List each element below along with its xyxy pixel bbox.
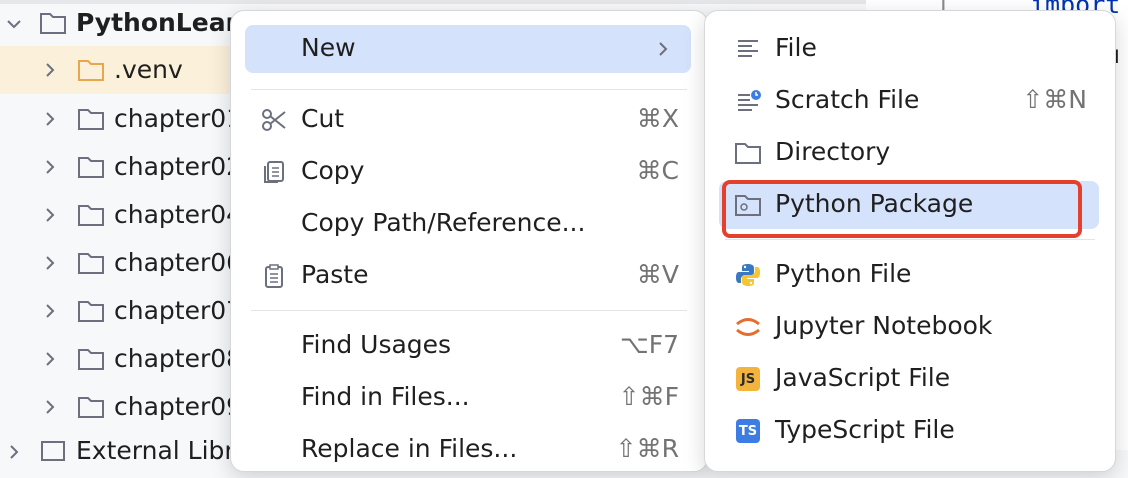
highlight-outline xyxy=(722,180,1082,238)
copy-icon xyxy=(259,157,289,187)
chevron-right-icon[interactable] xyxy=(40,60,60,80)
submenu-item-label: JavaScript File xyxy=(775,363,951,392)
menu-item-new[interactable]: New xyxy=(245,25,691,73)
clipboard-icon xyxy=(259,261,289,291)
menu-item-label: Find in Files... xyxy=(301,382,470,411)
submenu-item-label: Python File xyxy=(775,259,912,288)
menu-item-copy[interactable]: Copy ⌘C xyxy=(245,148,691,196)
submenu-item-scratch-file[interactable]: Scratch File ⇧⌘N xyxy=(719,77,1099,125)
tree-item-chapter07[interactable]: chapter07 xyxy=(0,287,243,335)
menu-separator xyxy=(725,239,1095,240)
scratch-file-icon xyxy=(733,86,763,116)
library-icon xyxy=(38,436,68,466)
python-icon xyxy=(733,260,763,290)
tree-root-row[interactable]: PythonLearn xyxy=(0,0,256,48)
menu-item-replace-in-files[interactable]: Replace in Files... ⇧⌘R xyxy=(245,426,691,474)
menu-item-paste[interactable]: Paste ⌘V xyxy=(245,252,691,300)
menu-item-label: Copy Path/Reference... xyxy=(301,208,586,237)
folder-icon xyxy=(733,138,763,168)
folder-icon xyxy=(38,8,68,38)
submenu-item-jupyter-notebook[interactable]: Jupyter Notebook xyxy=(719,303,1099,351)
tree-item-label: chapter08 xyxy=(114,344,243,373)
tree-item-chapter06[interactable]: chapter06 xyxy=(0,239,243,287)
context-menu: New Cut ⌘X Copy ⌘C Copy Path/Reference..… xyxy=(230,10,708,472)
menu-item-copy-path[interactable]: Copy Path/Reference... xyxy=(245,200,691,248)
shortcut-label: ⌥F7 xyxy=(619,330,679,359)
submenu-item-file[interactable]: File xyxy=(719,25,1099,73)
tree-item-label: chapter06 xyxy=(114,248,243,277)
submenu-item-label: File xyxy=(775,33,817,62)
shortcut-label: ⇧⌘N xyxy=(1022,85,1087,114)
js-badge: JS xyxy=(736,367,760,391)
submenu-item-label: Directory xyxy=(775,137,891,166)
chevron-right-icon[interactable] xyxy=(40,301,60,321)
tree-item-external-libraries[interactable]: External Libraries xyxy=(0,430,296,478)
folder-icon xyxy=(76,392,106,422)
chevron-right-icon[interactable] xyxy=(40,157,60,177)
shortcut-label: ⇧⌘F xyxy=(618,382,679,411)
shortcut-label: ⌘V xyxy=(636,260,679,289)
folder-icon xyxy=(76,55,106,85)
submenu-item-label: TypeScript File xyxy=(775,415,955,444)
folder-icon xyxy=(76,200,106,230)
tree-item-label: chapter07 xyxy=(114,296,243,325)
tree-item-label: chapter01 xyxy=(114,104,243,133)
folder-icon xyxy=(76,152,106,182)
menu-item-label: New xyxy=(301,33,356,62)
shortcut-label: ⌘C xyxy=(636,156,679,185)
submenu-item-label: Jupyter Notebook xyxy=(775,311,993,340)
chevron-right-icon[interactable] xyxy=(4,442,24,462)
chevron-right-icon[interactable] xyxy=(40,109,60,129)
menu-item-find-usages[interactable]: Find Usages ⌥F7 xyxy=(245,322,691,370)
shortcut-label: ⇧⌘R xyxy=(615,434,679,463)
tree-item-chapter04[interactable]: chapter04 xyxy=(0,191,243,239)
tree-root-label: PythonLearn xyxy=(76,8,256,37)
tree-item-chapter09[interactable]: chapter09 xyxy=(0,383,243,431)
chevron-right-icon[interactable] xyxy=(40,397,60,417)
menu-item-label: Copy xyxy=(301,156,365,185)
menu-item-label: Replace in Files... xyxy=(301,434,518,463)
shortcut-label: ⌘X xyxy=(636,104,679,133)
submenu-item-typescript-file[interactable]: TS TypeScript File xyxy=(719,407,1099,455)
tree-item-label: chapter04 xyxy=(114,200,243,229)
menu-item-cut[interactable]: Cut ⌘X xyxy=(245,96,691,144)
tree-item-chapter01[interactable]: chapter01 xyxy=(0,95,243,143)
submenu-item-directory[interactable]: Directory xyxy=(719,129,1099,177)
folder-icon xyxy=(76,104,106,134)
chevron-right-icon xyxy=(653,39,673,59)
tree-item-label: .venv xyxy=(114,55,183,84)
new-submenu: File Scratch File ⇧⌘N Directory Python P… xyxy=(704,10,1116,472)
javascript-icon: JS xyxy=(733,364,763,394)
menu-separator xyxy=(251,310,687,311)
menu-item-label: Paste xyxy=(301,260,369,289)
scissors-icon xyxy=(259,105,289,135)
tree-item-chapter02[interactable]: chapter02 xyxy=(0,143,243,191)
typescript-icon: TS xyxy=(733,416,763,446)
tree-item-label: chapter09 xyxy=(114,392,243,421)
menu-item-label: Find Usages xyxy=(301,330,452,359)
menu-separator xyxy=(251,89,687,90)
ts-badge: TS xyxy=(736,419,760,443)
folder-icon xyxy=(76,248,106,278)
folder-icon xyxy=(76,296,106,326)
menu-item-find-in-files[interactable]: Find in Files... ⇧⌘F xyxy=(245,374,691,422)
chevron-right-icon[interactable] xyxy=(40,349,60,369)
jupyter-icon xyxy=(733,312,763,342)
tree-item-chapter08[interactable]: chapter08 xyxy=(0,335,243,383)
tree-item-venv[interactable]: .venv xyxy=(0,46,240,94)
menu-item-label: Cut xyxy=(301,104,345,133)
submenu-item-label: Scratch File xyxy=(775,85,920,114)
folder-icon xyxy=(76,344,106,374)
tree-item-label: chapter02 xyxy=(114,152,243,181)
submenu-item-python-file[interactable]: Python File xyxy=(719,251,1099,299)
submenu-item-javascript-file[interactable]: JS JavaScript File xyxy=(719,355,1099,403)
text-file-icon xyxy=(733,34,763,64)
chevron-down-icon[interactable] xyxy=(4,14,24,34)
chevron-right-icon[interactable] xyxy=(40,205,60,225)
chevron-right-icon[interactable] xyxy=(40,253,60,273)
